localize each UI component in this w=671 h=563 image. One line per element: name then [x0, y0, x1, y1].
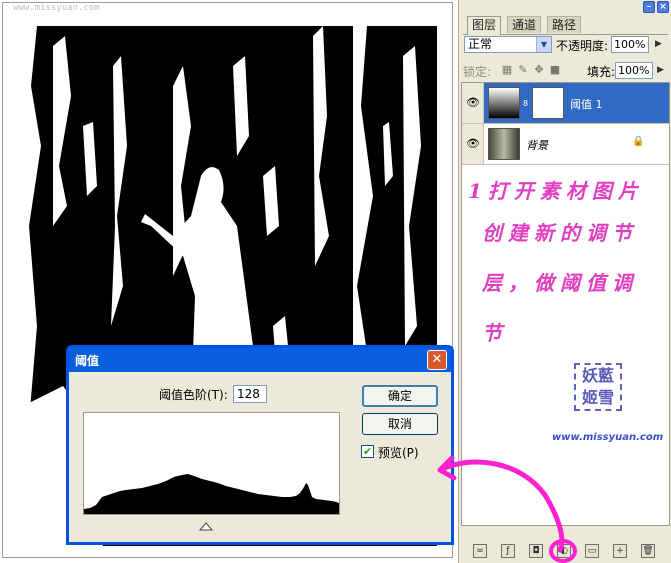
annotation-arrow — [437, 455, 577, 563]
